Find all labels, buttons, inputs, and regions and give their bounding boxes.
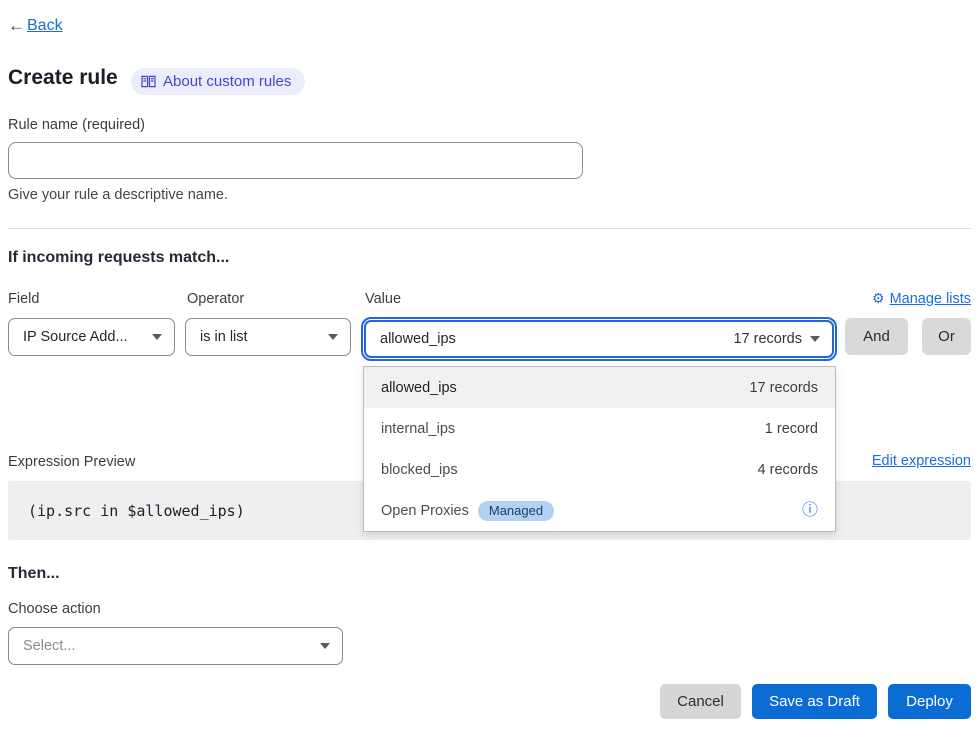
book-icon — [141, 75, 156, 88]
expression-code: (ip.src in $allowed_ips) — [28, 502, 245, 520]
value-select-records-count: 17 records — [733, 331, 802, 347]
list-item-records: 17 records — [749, 380, 818, 396]
page-title: Create rule — [8, 66, 118, 90]
list-item-allowed-ips[interactable]: allowed_ips 17 records — [364, 367, 835, 408]
gear-icon: ⚙ — [872, 290, 885, 307]
list-item-records: 4 records — [758, 462, 818, 478]
action-select[interactable]: Select... — [8, 627, 343, 665]
expression-preview-label: Expression Preview — [8, 454, 135, 470]
list-item-blocked-ips[interactable]: blocked_ips 4 records — [364, 449, 835, 490]
chevron-down-icon — [810, 336, 820, 342]
list-item-open-proxies[interactable]: Open Proxies Managed ⓘ — [364, 490, 835, 531]
save-as-draft-button[interactable]: Save as Draft — [752, 684, 877, 719]
info-icon[interactable]: ⓘ — [802, 503, 818, 519]
chevron-down-icon — [328, 334, 338, 340]
value-label: Value — [365, 291, 401, 307]
create-rule-page: ← Back Create rule About custom rules Ru… — [0, 0, 979, 739]
action-select-placeholder: Select... — [23, 638, 312, 654]
rule-name-helper-text: Give your rule a descriptive name. — [8, 187, 228, 203]
edit-expression-link[interactable]: Edit expression — [872, 453, 971, 469]
section-divider — [8, 228, 971, 229]
list-item-name: allowed_ips — [381, 380, 457, 396]
about-custom-rules-link[interactable]: About custom rules — [131, 68, 305, 95]
operator-label: Operator — [187, 291, 244, 307]
or-button[interactable]: Or — [922, 318, 971, 355]
field-select[interactable]: IP Source Add... — [8, 318, 175, 356]
field-select-value: IP Source Add... — [23, 329, 144, 345]
list-item-records: 1 record — [765, 421, 818, 437]
manage-lists-label[interactable]: Manage lists — [890, 291, 971, 307]
operator-select-value: is in list — [200, 329, 320, 345]
managed-badge: Managed — [478, 501, 554, 521]
and-button[interactable]: And — [845, 318, 908, 355]
manage-lists-link[interactable]: ⚙ Manage lists — [872, 290, 971, 307]
field-label: Field — [8, 291, 39, 307]
back-link-label[interactable]: Back — [27, 17, 63, 35]
value-select[interactable]: allowed_ips 17 records — [364, 320, 834, 358]
rule-name-label: Rule name (required) — [8, 117, 145, 133]
about-custom-rules-label: About custom rules — [163, 73, 291, 90]
chevron-down-icon — [152, 334, 162, 340]
list-item-name: Open Proxies — [381, 503, 469, 519]
chevron-down-icon — [320, 643, 330, 649]
list-item-name: internal_ips — [381, 421, 455, 437]
value-dropdown-panel: allowed_ips 17 records internal_ips 1 re… — [363, 366, 836, 532]
list-item-internal-ips[interactable]: internal_ips 1 record — [364, 408, 835, 449]
choose-action-label: Choose action — [8, 601, 101, 617]
match-section-heading: If incoming requests match... — [8, 249, 229, 267]
deploy-button[interactable]: Deploy — [888, 684, 971, 719]
cancel-button[interactable]: Cancel — [660, 684, 741, 719]
value-select-value: allowed_ips — [380, 331, 456, 347]
back-arrow-icon: ← — [8, 16, 25, 36]
back-link[interactable]: ← Back — [8, 16, 63, 36]
list-item-name: blocked_ips — [381, 462, 458, 478]
then-section-heading: Then... — [8, 565, 60, 583]
rule-name-input[interactable] — [8, 142, 583, 179]
operator-select[interactable]: is in list — [185, 318, 351, 356]
